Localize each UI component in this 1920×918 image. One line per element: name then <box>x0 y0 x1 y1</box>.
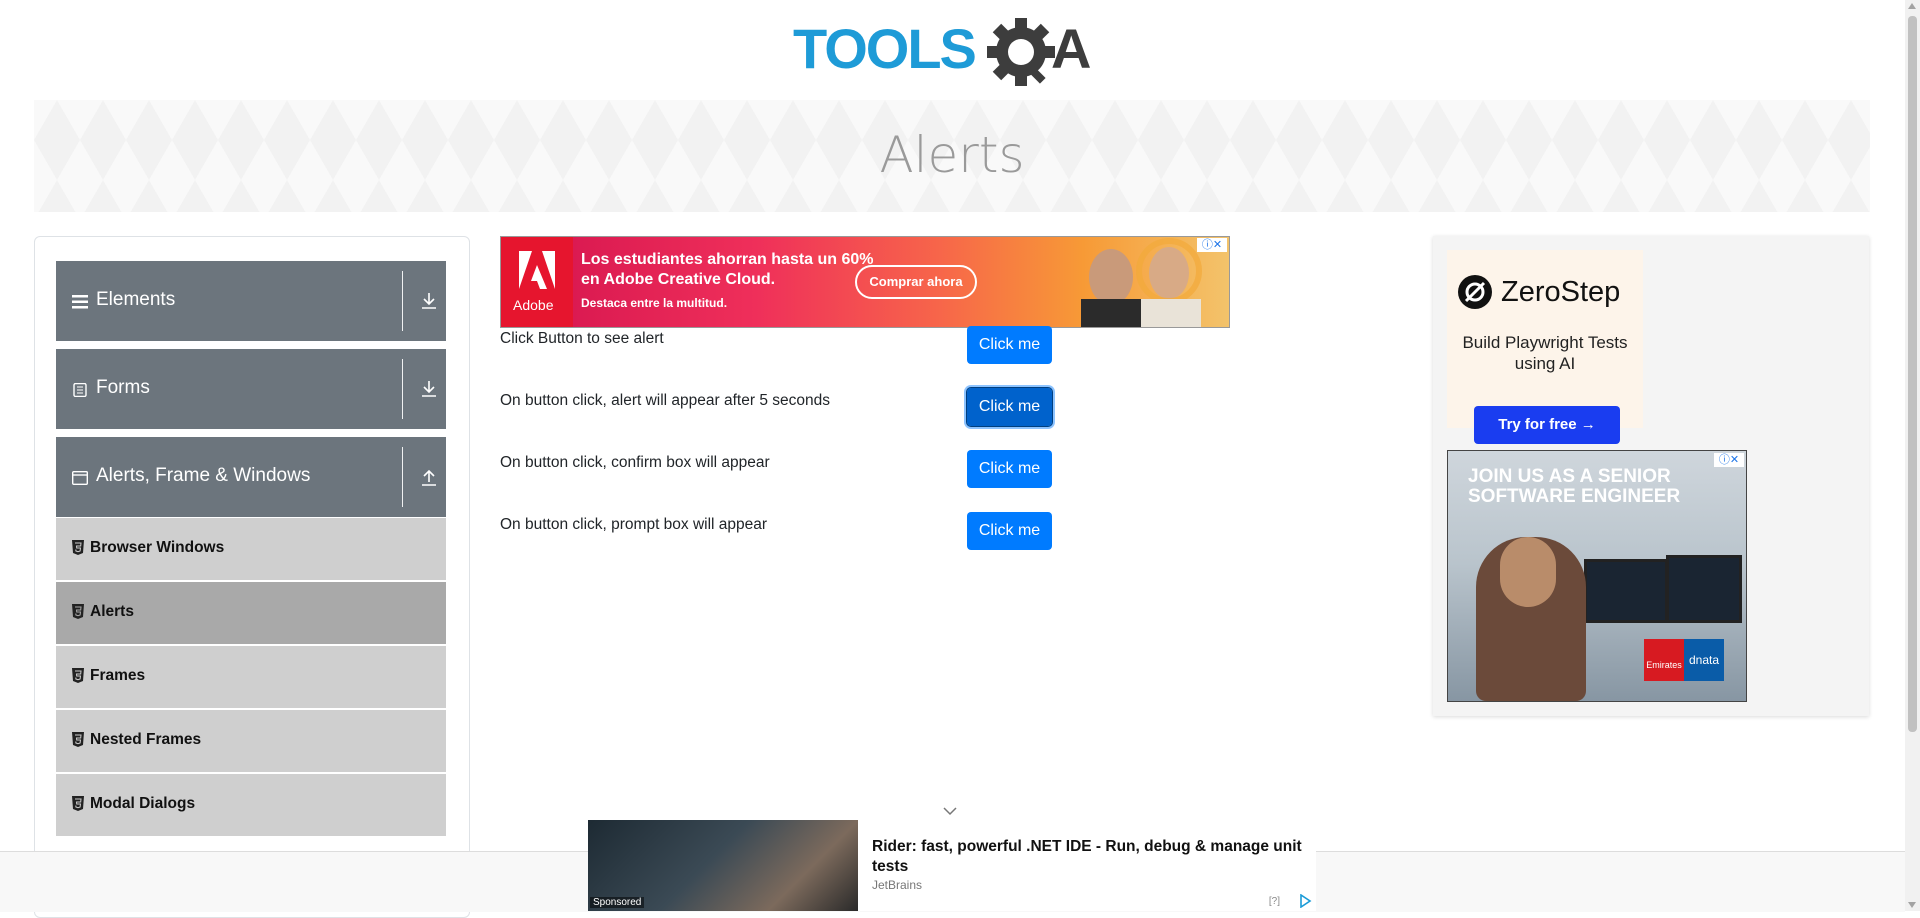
dnata-logo: dnata <box>1684 639 1724 681</box>
scroll-down-icon[interactable] <box>1908 902 1916 908</box>
ad-source: JetBrains <box>872 878 923 892</box>
sidebar-item-label: Alerts <box>90 603 134 620</box>
zerostep-tagline: Build Playwright Tests using AI <box>1462 333 1628 373</box>
ad-info-link[interactable]: [?] <box>1269 896 1280 907</box>
divider <box>402 271 403 331</box>
alert-button[interactable]: Click me <box>967 326 1052 364</box>
svg-text:TOOLS: TOOLS <box>793 17 976 80</box>
svg-text:A: A <box>1051 17 1091 80</box>
jetbrains-ad[interactable]: Sponsored Rider: fast, powerful .NET IDE… <box>588 820 1316 911</box>
sponsored-label: Sponsored <box>590 897 645 908</box>
sidebar-group-label: Forms <box>96 377 150 398</box>
person-head-image <box>1500 537 1556 607</box>
zerostep-ad[interactable]: ZeroStep Build Playwright Tests using AI… <box>1447 250 1643 444</box>
try-for-free-button[interactable]: Try for free → <box>1474 406 1620 444</box>
adchoices-icon[interactable] <box>1298 894 1312 908</box>
download-arrow-icon[interactable] <box>420 291 438 311</box>
sidebar-group-label: Elements <box>96 289 176 310</box>
row-label-alert: Click Button to see alert <box>500 330 664 347</box>
hamburger-icon <box>72 295 88 309</box>
confirm-button[interactable]: Click me <box>967 450 1052 488</box>
sidebar-group-forms[interactable]: Forms <box>56 349 446 429</box>
sidebar-item-modal-dialogs[interactable]: Modal Dialogs <box>56 774 446 836</box>
sidebar-item-label: Nested Frames <box>90 731 202 748</box>
html5-icon <box>72 668 84 683</box>
sidebar-item-frames[interactable]: Frames <box>56 646 446 708</box>
ad-cta-button[interactable]: Comprar ahora <box>855 265 977 299</box>
sidebar-item-nested-frames[interactable]: Nested Frames <box>56 710 446 772</box>
ad-title[interactable]: Rider: fast, powerful .NET IDE - Run, de… <box>872 837 1312 877</box>
divider <box>402 359 403 419</box>
right-ad-column: ZeroStep Build Playwright Tests using AI… <box>1433 236 1869 716</box>
row-label-prompt: On button click, prompt box will appear <box>500 516 768 533</box>
html5-icon <box>72 540 84 555</box>
adobe-logo: Adobe <box>501 237 573 327</box>
html5-icon <box>72 732 84 747</box>
zerostep-name: ZeroStep <box>1501 276 1621 308</box>
sidebar-group-elements[interactable]: Elements <box>56 261 446 341</box>
emirates-ad[interactable]: JOIN US AS A SENIOR SOFTWARE ENGINEER Em… <box>1447 450 1747 702</box>
scrollbar-thumb[interactable] <box>1908 16 1917 732</box>
adobe-icon <box>519 251 555 289</box>
chevron-down-icon[interactable] <box>943 806 957 816</box>
ad-close-icon[interactable]: ⓘ✕ <box>1197 238 1227 252</box>
sidebar-item-label: Frames <box>90 667 146 684</box>
monitor-image <box>1666 555 1742 623</box>
html5-icon <box>72 796 84 811</box>
emirates-headline: JOIN US AS A SENIOR SOFTWARE ENGINEER <box>1468 466 1681 507</box>
prompt-button[interactable]: Click me <box>967 512 1052 550</box>
sidebar-item-label: Browser Windows <box>90 539 225 556</box>
upload-arrow-icon[interactable] <box>420 467 438 487</box>
scroll-up-icon[interactable] <box>1908 3 1916 9</box>
sidebar: Elements Forms Alerts, Frame & Windows B… <box>34 236 470 918</box>
monitor-image <box>1584 559 1668 623</box>
html5-icon <box>72 604 84 619</box>
window-icon <box>72 471 88 485</box>
ad-close-icon[interactable]: ⓘ✕ <box>1714 453 1744 467</box>
document-icon <box>73 383 87 397</box>
vertical-scrollbar[interactable] <box>1905 0 1920 911</box>
toolsqa-logo[interactable]: TOOLS A <box>793 14 1115 90</box>
ad-headline: Los estudiantes ahorran hasta un 60% en … <box>581 251 874 288</box>
divider <box>402 447 403 507</box>
ad-brand: Adobe <box>513 297 554 313</box>
timer-alert-button[interactable]: Click me <box>966 387 1053 427</box>
sidebar-group-alerts-frame-windows[interactable]: Alerts, Frame & Windows <box>56 437 446 517</box>
sidebar-item-label: Modal Dialogs <box>90 795 196 812</box>
page-title: Alerts <box>879 126 1025 184</box>
download-arrow-icon[interactable] <box>420 379 438 399</box>
zerostep-logo-icon <box>1458 275 1492 309</box>
row-label-timer-alert: On button click, alert will appear after… <box>500 392 830 409</box>
ad-subline: Destaca entre la multitud. <box>581 296 728 310</box>
page-banner: Alerts <box>34 100 1870 212</box>
row-label-confirm: On button click, confirm box will appear <box>500 454 770 471</box>
sidebar-group-label: Alerts, Frame & Windows <box>96 465 311 486</box>
emirates-logo: Emirates <box>1644 639 1684 681</box>
adobe-ad-banner[interactable]: Adobe Los estudiantes ahorran hasta un 6… <box>500 236 1230 328</box>
sidebar-item-alerts[interactable]: Alerts <box>56 582 446 644</box>
sidebar-item-browser-windows[interactable]: Browser Windows <box>56 518 446 580</box>
